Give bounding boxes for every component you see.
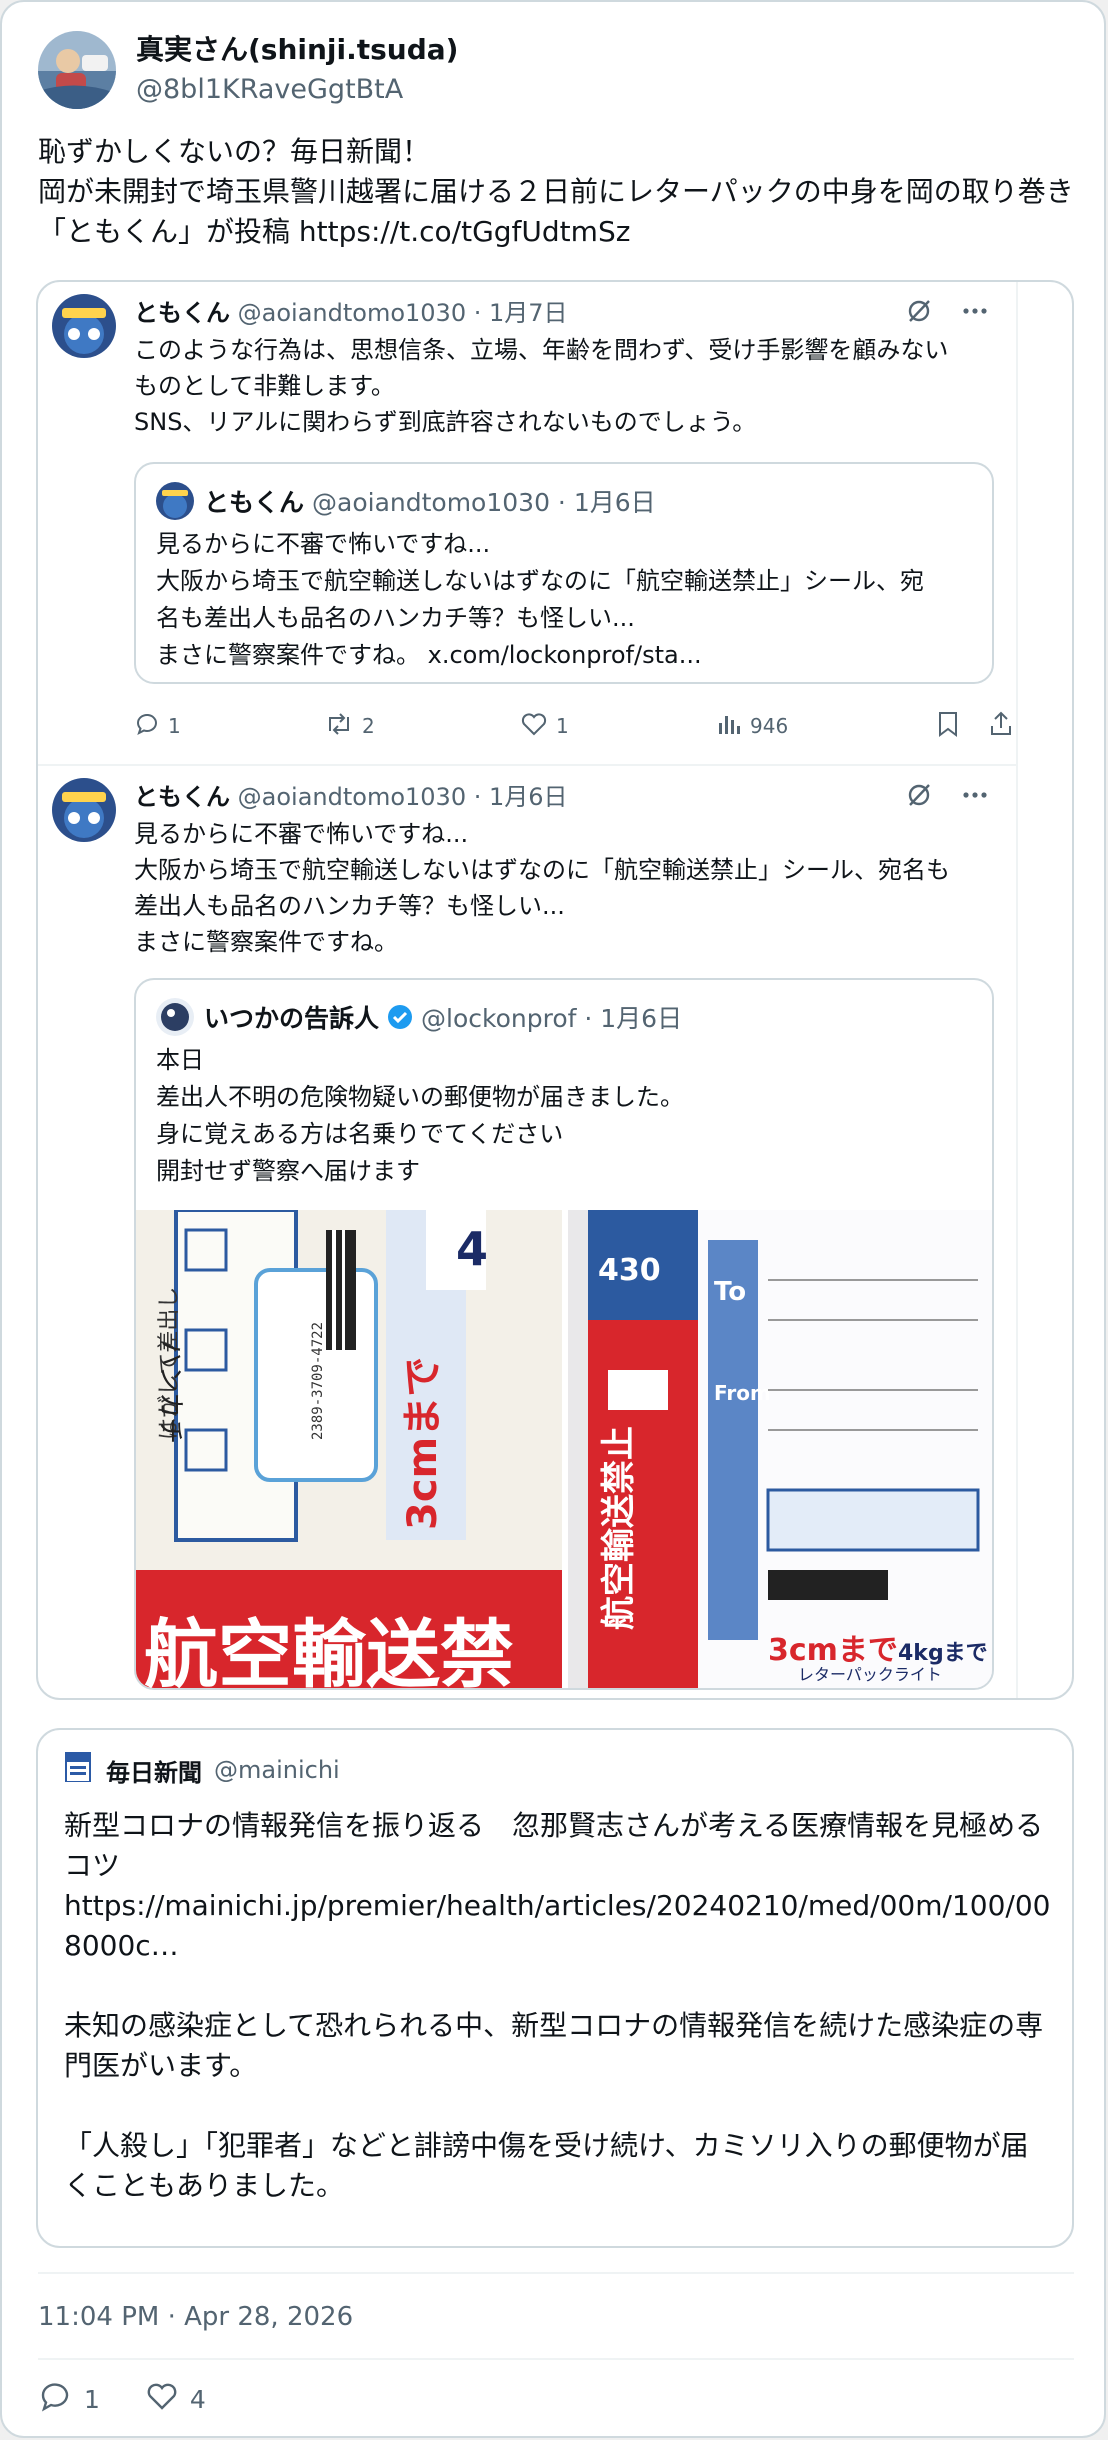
quoted-tweet-1[interactable]: ともくん @aoiandtomo1030 · 1月7日 このような行為は、思想信…	[38, 282, 1018, 764]
quoted-thread[interactable]: ともくん @aoiandtomo1030 · 1月7日 このような行為は、思想信…	[36, 280, 1074, 1700]
verified-icon	[387, 1004, 413, 1030]
tweet-text: 恥ずかしくないの？毎日新聞！ 岡が未開封で埼玉県警川越署に届ける２日前にレターパ…	[38, 132, 1078, 252]
mainichi-header: 毎日新聞 @mainichi	[64, 1751, 340, 1788]
author-display-name[interactable]: 真実さん(shinji.tsuda)	[136, 30, 458, 70]
reply-icon	[38, 2380, 72, 2418]
nested-name: ともくん	[204, 488, 305, 517]
photo-from-label: From	[714, 1381, 771, 1405]
views-count: 946	[750, 714, 789, 738]
photo-kg-label: 4	[456, 1222, 488, 1276]
heart-icon	[520, 711, 548, 742]
tweet-timestamp[interactable]: 11:04 PM · Apr 28, 2026	[38, 2302, 353, 2332]
reply-action[interactable]: 1	[134, 711, 324, 742]
nested-quote-1[interactable]: ともくん @aoiandtomo1030 · 1月6日 見るからに不審で怖いです…	[134, 462, 994, 684]
photo-kg-right: 4kgまで	[898, 1641, 988, 1666]
mainichi-name[interactable]: 毎日新聞	[106, 1753, 202, 1788]
nested-quote-2[interactable]: いつかの告訴人 @lockonprof · 1月6日 本日 差出人不明の危険物疑…	[134, 978, 994, 1690]
quoted-text: 見るからに不審で怖いですね... 大阪から埼玉で航空輸送しないはずなのに「航空輸…	[134, 820, 950, 956]
quoted-text: このような行為は、思想信条、立場、年齢を問わず、受け手影響を顧みない ものとして…	[134, 336, 949, 436]
footer-divider	[38, 2358, 1074, 2360]
like-action[interactable]: 1	[520, 711, 716, 742]
reply-action[interactable]: 1	[38, 2380, 100, 2418]
photo-right[interactable]: 430 航空輸送禁止 To From 3cmまで 4kgまで レターパックライト	[568, 1210, 992, 1688]
quoted-handle-date[interactable]: @aoiandtomo1030 · 1月6日	[238, 783, 568, 811]
like-action[interactable]: 4	[146, 2381, 206, 2417]
photo-barcode-number: 2389-3709-4722	[310, 1322, 326, 1440]
quoted-actions: 1 2 1 946	[134, 706, 1014, 746]
nested-handle-date: @aoiandtomo1030 · 1月6日	[312, 488, 656, 517]
quoted-mainichi[interactable]: 毎日新聞 @mainichi 新型コロナの情報発信を振り返る 忽那賢志さんが考え…	[36, 1728, 1074, 2248]
footer-divider	[38, 2272, 1074, 2274]
grok-icon[interactable]	[906, 782, 932, 812]
tweet-link[interactable]: https://t.co/tGgfUdtmSz	[299, 215, 631, 248]
quoted-avatar[interactable]	[52, 294, 116, 358]
photo-cm-right: 3cmまで	[768, 1633, 898, 1668]
quoted-tweet-2[interactable]: ともくん @aoiandtomo1030 · 1月6日 見るからに不審で怖いです…	[38, 766, 1018, 1698]
thread-column: ともくん @aoiandtomo1030 · 1月7日 このような行為は、思想信…	[38, 282, 1018, 1698]
retweet-icon	[324, 711, 354, 742]
mainichi-text: 新型コロナの情報発信を振り返る 忽那賢志さんが考える医療情報を見極めるコツ ht…	[64, 1809, 1051, 2202]
share-icon[interactable]	[988, 710, 1014, 743]
views-icon	[716, 711, 742, 742]
reply-count: 1	[84, 2384, 100, 2414]
nested-avatar	[156, 482, 194, 520]
photo-grid: 4 3cmまで はがして差出し ハンカチ 2389-3709-4722 航空輸送…	[136, 1210, 992, 1690]
retweet-count: 2	[362, 714, 375, 738]
more-icon[interactable]	[962, 782, 988, 812]
bookmark-icon[interactable]	[936, 710, 960, 743]
nested-avatar	[156, 998, 194, 1036]
quoted-top-icons	[906, 298, 988, 328]
mainichi-logo-icon	[64, 1751, 92, 1788]
mainichi-handle[interactable]: @mainichi	[214, 1756, 340, 1784]
photo-price: 430	[598, 1253, 661, 1288]
nested-header: ともくん @aoiandtomo1030 · 1月6日	[156, 482, 656, 520]
grok-icon[interactable]	[906, 298, 932, 328]
views-action[interactable]: 946	[716, 711, 916, 742]
quoted-header: ともくん @aoiandtomo1030 · 1月6日	[134, 780, 568, 814]
like-count: 4	[189, 2384, 206, 2414]
nested-text: 見るからに不審で怖いですね... 大阪から埼玉で航空輸送しないはずなのに「航空輸…	[156, 530, 924, 669]
quoted-handle-date[interactable]: @aoiandtomo1030 · 1月7日	[238, 299, 568, 327]
nested-handle-date: @lockonprof · 1月6日	[421, 1004, 683, 1033]
reply-count: 1	[168, 714, 181, 738]
photo-air-ban-sticker: 航空輸送禁止	[599, 1426, 639, 1630]
like-count: 1	[556, 714, 569, 738]
tweet-text-line1: 恥ずかしくないの？毎日新聞！	[38, 135, 431, 168]
photo-left[interactable]: 4 3cmまで はがして差出し ハンカチ 2389-3709-4722 航空輸送…	[136, 1210, 562, 1690]
quoted-name[interactable]: ともくん	[134, 299, 230, 327]
reply-icon	[134, 711, 160, 742]
tweet-actions: 1 4	[38, 2380, 206, 2418]
photo-air-ban-banner: 航空輸送禁	[144, 1612, 514, 1690]
photo-to-label: To	[714, 1277, 746, 1307]
photo-cm-label: 3cmまで	[400, 1357, 446, 1530]
retweet-action[interactable]: 2	[324, 711, 520, 742]
author-names: 真実さん(shinji.tsuda) @8bl1KRaveGgtBtA	[136, 30, 458, 110]
photo-letterpack-label: レターパックライト	[798, 1665, 942, 1684]
tweet-card: 真実さん(shinji.tsuda) @8bl1KRaveGgtBtA 恥ずかし…	[0, 0, 1106, 2438]
author-handle[interactable]: @8bl1KRaveGgtBtA	[136, 70, 458, 110]
author-avatar[interactable]	[38, 31, 116, 109]
quoted-header: ともくん @aoiandtomo1030 · 1月7日	[134, 296, 568, 330]
heart-icon	[146, 2381, 178, 2417]
quoted-name[interactable]: ともくん	[134, 783, 230, 811]
quoted-top-icons	[906, 782, 988, 812]
nested-name: いつかの告訴人	[204, 1004, 380, 1033]
photo-handkerchief: ハンカチ	[155, 1340, 185, 1444]
tweet-header: 真実さん(shinji.tsuda) @8bl1KRaveGgtBtA	[38, 30, 458, 110]
nested-text: 本日 差出人不明の危険物疑いの郵便物が届きました。 身に覚えある方は名乗りでてく…	[156, 1046, 684, 1185]
share-group	[936, 710, 1014, 743]
quoted-avatar[interactable]	[52, 778, 116, 842]
nested-header: いつかの告訴人 @lockonprof · 1月6日	[156, 998, 682, 1036]
more-icon[interactable]	[962, 298, 988, 328]
